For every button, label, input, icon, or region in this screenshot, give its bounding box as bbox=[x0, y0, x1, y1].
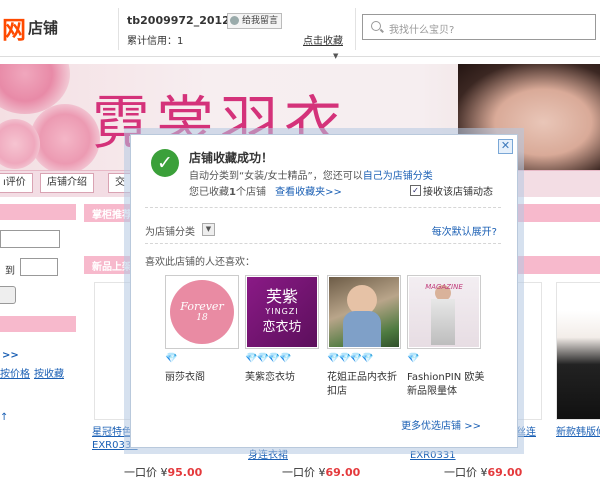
shop-info-box: tb2009972_2012 给我留言 累计信用：1 点击收藏 ▼ bbox=[118, 8, 356, 60]
recommended-shop-name[interactable]: 花姐正品内衣折扣店 bbox=[327, 371, 397, 399]
collect-shop-link[interactable]: 点击收藏 bbox=[303, 32, 343, 47]
leave-message-label: 给我留言 bbox=[242, 16, 279, 26]
expand-arrow-icon[interactable]: ▼ bbox=[333, 52, 338, 60]
dialog-title: 店铺收藏成功！ bbox=[189, 151, 274, 165]
recommended-shop-image[interactable] bbox=[327, 275, 401, 349]
view-favorites-link[interactable]: 查看收藏夹>> bbox=[275, 187, 342, 198]
recommend-section-title: 掌柜推荐 bbox=[92, 210, 132, 221]
receive-updates-checkbox[interactable]: ✓ bbox=[410, 185, 421, 196]
collect-success-dialog: ✕ ✓ 店铺收藏成功！ 自动分类到“女装/女士精品”，您还可以自己为店铺分类 您… bbox=[130, 134, 518, 448]
sort-by-price-link[interactable]: 按价格 bbox=[0, 365, 30, 380]
sidebar-header bbox=[0, 204, 76, 220]
product-price: 一口价 ¥69.00 bbox=[444, 466, 523, 479]
product-card[interactable] bbox=[556, 282, 600, 420]
default-expand-link[interactable]: 每次默认展开? bbox=[432, 223, 497, 238]
product-price: 一口价 ¥69.00 bbox=[282, 466, 361, 479]
favorites-count-text: 您已收藏1个店铺 查看收藏夹>> bbox=[189, 187, 342, 198]
nav-item-shop-intro[interactable]: 店铺介绍 bbox=[40, 173, 94, 193]
to-label: 到 bbox=[5, 266, 15, 277]
search-icon bbox=[371, 21, 381, 31]
category-label: 为店铺分类 bbox=[145, 227, 195, 238]
product-title[interactable]: 丝连 bbox=[516, 426, 546, 439]
close-icon[interactable]: ✕ bbox=[498, 139, 513, 154]
yingzi-logo: 芙紫 YINGZI 恋衣坊 bbox=[262, 287, 302, 335]
price-max-input[interactable] bbox=[20, 258, 58, 276]
rose-decoration bbox=[30, 104, 100, 170]
new-section-title: 新品上架 bbox=[92, 262, 132, 273]
sidebar-header bbox=[0, 316, 76, 332]
receive-updates-label: 接收该店铺动态 bbox=[423, 187, 493, 198]
child-photo bbox=[343, 311, 381, 347]
shop-rating-diamonds: 💎💎💎💎 bbox=[245, 353, 292, 364]
recommended-shop-name[interactable]: 丽莎衣阁 bbox=[165, 371, 247, 385]
sort-more-link[interactable]: >> bbox=[2, 350, 19, 361]
auto-category-text: 自动分类到“女装/女士精品”，您还可以自己为店铺分类 bbox=[189, 171, 433, 182]
brand-mark: MAGAZINE bbox=[425, 283, 463, 291]
shop-rating-diamonds: 💎 bbox=[165, 353, 177, 364]
nav-item-partial[interactable]: 交 bbox=[108, 173, 132, 193]
custom-category-link[interactable]: 自己为店铺分类 bbox=[363, 171, 433, 182]
up-arrow-icon[interactable]: ↑ bbox=[0, 412, 8, 423]
shop-rating-diamonds: 💎💎💎💎 bbox=[327, 353, 374, 364]
search-placeholder: 我找什么宝贝? bbox=[389, 25, 455, 36]
more-shops-link[interactable]: 更多优选店铺 >> bbox=[401, 417, 481, 432]
site-logo[interactable]: 网 店铺 bbox=[2, 12, 59, 44]
sort-by-collect-link[interactable]: 按收藏 bbox=[34, 365, 64, 380]
recommended-shop-name[interactable]: FashionPIN 欧美新品限量体 bbox=[407, 371, 491, 399]
recommended-shop-image[interactable]: MAGAZINE bbox=[407, 275, 481, 349]
product-title[interactable]: 新款韩版修 bbox=[556, 426, 600, 439]
shop-name[interactable]: tb2009972_2012 bbox=[127, 14, 230, 27]
nav-item-reviews[interactable]: ı评价 bbox=[0, 173, 33, 193]
shop-rating-diamonds: 💎 bbox=[407, 353, 419, 364]
model-photo bbox=[431, 299, 455, 345]
price-search-button[interactable] bbox=[0, 286, 16, 304]
price-min-input[interactable] bbox=[0, 230, 60, 248]
leave-message-button[interactable]: 给我留言 bbox=[227, 13, 283, 29]
forever18-logo: Forever 18 bbox=[170, 280, 234, 344]
search-box[interactable]: 我找什么宝贝? bbox=[362, 14, 596, 40]
success-check-icon: ✓ bbox=[151, 149, 179, 177]
message-icon bbox=[230, 16, 239, 25]
recommended-shop-image[interactable]: Forever 18 bbox=[165, 275, 239, 349]
product-price: 一口价 ¥95.00 bbox=[124, 466, 203, 479]
top-header: 网 店铺 tb2009972_2012 给我留言 累计信用：1 点击收藏 ▼ 我… bbox=[0, 0, 600, 60]
divider bbox=[145, 207, 501, 208]
divider bbox=[145, 243, 501, 244]
also-like-label: 喜欢此店铺的人还喜欢： bbox=[145, 257, 255, 268]
logo-mark: 网 bbox=[2, 15, 26, 44]
credit-score: 累计信用：1 bbox=[127, 36, 184, 47]
recommended-shop-image[interactable]: 芙紫 YINGZI 恋衣坊 bbox=[245, 275, 319, 349]
recommended-shop-name[interactable]: 芙紫恋衣坊 bbox=[245, 371, 327, 385]
category-dropdown-icon[interactable]: ▼ bbox=[202, 223, 215, 236]
logo-text: 店铺 bbox=[28, 18, 59, 37]
